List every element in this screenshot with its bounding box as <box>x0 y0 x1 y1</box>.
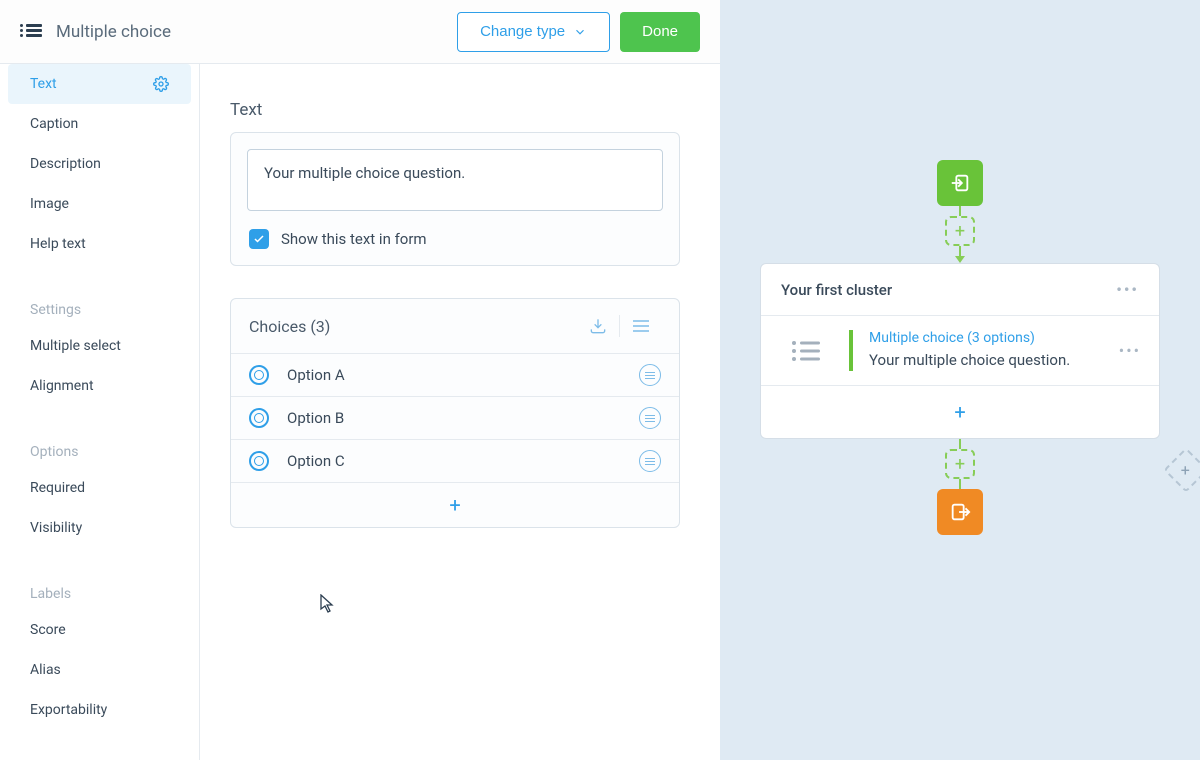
show-in-form-label: Show this text in form <box>281 230 427 248</box>
sidebar-item-label: Help text <box>30 236 86 252</box>
sidebar-section-labels: Labels <box>0 568 199 610</box>
change-type-button[interactable]: Change type <box>457 12 610 52</box>
flow-canvas: + Your first cluster ••• <box>720 0 1200 760</box>
choices-header-label: Choices (3) <box>249 317 330 336</box>
cluster-menu-icon[interactable]: ••• <box>1116 280 1139 299</box>
page-title: Multiple choice <box>56 22 171 42</box>
plus-icon: + <box>954 400 965 424</box>
plus-icon: + <box>1181 460 1190 479</box>
drag-handle-icon[interactable] <box>639 407 661 429</box>
choice-label: Option A <box>287 366 345 384</box>
choice-row[interactable]: Option C <box>231 439 679 482</box>
sidebar-item-description[interactable]: Description <box>8 144 191 184</box>
radio-icon <box>249 365 269 385</box>
sidebar-section-settings: Settings <box>0 284 199 326</box>
sidebar-item-caption[interactable]: Caption <box>8 104 191 144</box>
done-label: Done <box>642 23 678 40</box>
choice-label: Option C <box>287 452 345 470</box>
sidebar-item-label: Description <box>30 156 101 172</box>
sidebar-item-label: Multiple select <box>30 338 121 354</box>
sidebar-item-label: Alias <box>30 662 61 678</box>
sidebar-item-required[interactable]: Required <box>8 468 191 508</box>
chevron-down-icon <box>573 25 587 39</box>
add-branch-placeholder[interactable]: + <box>1163 447 1200 492</box>
text-card: Show this text in form <box>230 132 680 266</box>
drag-handle-icon[interactable] <box>639 364 661 386</box>
sidebar-item-label: Required <box>30 480 85 496</box>
cluster-card[interactable]: Your first cluster ••• Multiple choice <box>760 263 1160 439</box>
question-block[interactable]: Multiple choice (3 options) Your multipl… <box>761 315 1159 385</box>
enter-icon <box>949 172 971 194</box>
radio-icon <box>249 408 269 428</box>
choice-row[interactable]: Option A <box>231 353 679 396</box>
add-choice-button[interactable]: + <box>231 482 679 527</box>
sidebar-item-image[interactable]: Image <box>8 184 191 224</box>
arrow-down-icon <box>955 256 965 263</box>
block-text: Your multiple choice question. <box>869 350 1099 371</box>
block-menu-icon[interactable]: ••• <box>1119 341 1159 360</box>
sidebar-item-score[interactable]: Score <box>8 610 191 650</box>
sidebar-item-alignment[interactable]: Alignment <box>8 366 191 406</box>
show-in-form-checkbox[interactable] <box>249 229 269 249</box>
sidebar-item-label: Score <box>30 622 66 638</box>
add-node-placeholder[interactable]: + <box>945 449 975 479</box>
choice-label: Option B <box>287 409 344 427</box>
drag-handle-icon[interactable] <box>639 450 661 472</box>
sidebar-section-options: Options <box>0 426 199 468</box>
sidebar-item-visibility[interactable]: Visibility <box>8 508 191 548</box>
main-content: Text Show this text in form Choices (3) <box>200 0 720 760</box>
choices-card: Choices (3) <box>230 298 680 528</box>
multiple-choice-icon <box>20 24 42 40</box>
sidebar-item-exportability[interactable]: Exportability <box>8 690 191 730</box>
block-type-label: Multiple choice (3 options) <box>869 330 1099 346</box>
end-node[interactable] <box>937 489 983 535</box>
header-bar: Multiple choice Change type Done <box>0 0 720 64</box>
done-button[interactable]: Done <box>620 12 700 52</box>
sidebar-item-label: Text <box>30 76 57 92</box>
sidebar-item-label: Caption <box>30 116 78 132</box>
sidebar-item-text[interactable]: Text <box>8 64 191 104</box>
text-section-label: Text <box>230 100 680 120</box>
sidebar: Text Caption Description Image Help text… <box>0 0 200 760</box>
sidebar-item-multiple-select[interactable]: Multiple select <box>8 326 191 366</box>
change-type-label: Change type <box>480 23 565 40</box>
import-icon[interactable] <box>577 317 619 335</box>
choice-row[interactable]: Option B <box>231 396 679 439</box>
cluster-title: Your first cluster <box>781 281 892 299</box>
gear-icon <box>153 76 169 92</box>
add-node-placeholder[interactable]: + <box>945 216 975 246</box>
multiple-choice-icon <box>791 339 823 363</box>
question-text-input[interactable] <box>247 149 663 211</box>
exit-icon <box>949 501 971 523</box>
sidebar-item-helptext[interactable]: Help text <box>8 224 191 264</box>
sidebar-item-label: Exportability <box>30 702 107 718</box>
sidebar-item-label: Visibility <box>30 520 82 536</box>
sidebar-item-alias[interactable]: Alias <box>8 650 191 690</box>
menu-lines-icon[interactable] <box>619 315 661 337</box>
plus-icon: + <box>449 495 460 515</box>
sidebar-item-label: Alignment <box>30 378 94 394</box>
radio-icon <box>249 451 269 471</box>
sidebar-item-label: Image <box>30 196 69 212</box>
start-node[interactable] <box>937 160 983 206</box>
add-block-button[interactable]: + <box>761 385 1159 438</box>
